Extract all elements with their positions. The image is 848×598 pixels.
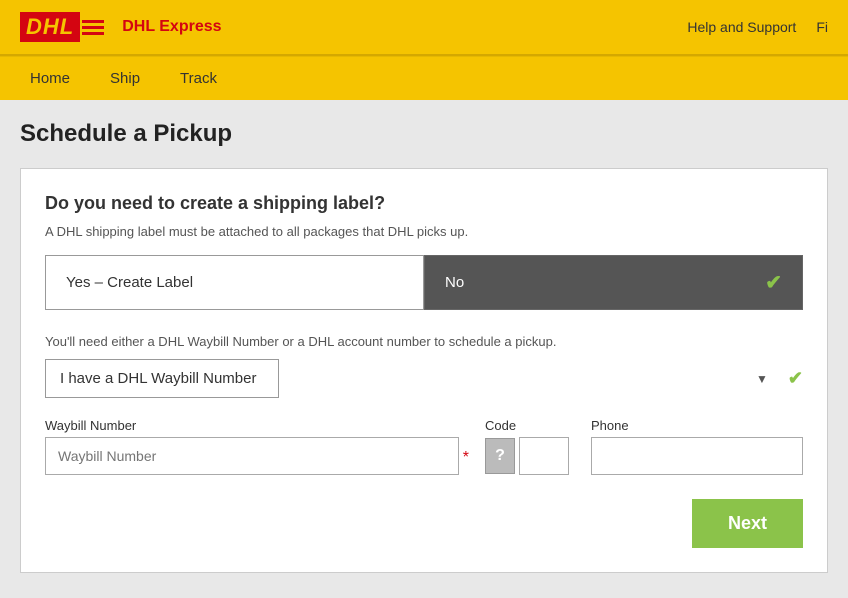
form-fields-row: Waybill Number * Code ? Phone (45, 418, 803, 475)
checkmark-icon: ✔ (765, 270, 782, 295)
dhl-text: DHL (20, 12, 80, 42)
waybill-select-row: I have a DHL Waybill Number I have a DHL… (45, 359, 803, 398)
select-check-icon: ✔ (788, 368, 803, 389)
nav-track[interactable]: Track (160, 57, 237, 101)
form-question: Do you need to create a shipping label? (45, 193, 803, 214)
site-header: DHL DHL Express Help and Support Fi (0, 0, 848, 56)
no-button[interactable]: No ✔ (424, 255, 803, 310)
waybill-label: Waybill Number (45, 418, 469, 433)
phone-input[interactable] (591, 437, 803, 475)
yes-create-label-button[interactable]: Yes – Create Label (45, 255, 424, 310)
nav-ship[interactable]: Ship (90, 57, 160, 101)
next-row: Next (45, 499, 803, 548)
page-title: Schedule a Pickup (20, 120, 828, 148)
page-content: Schedule a Pickup Do you need to create … (0, 100, 848, 598)
required-star: * (463, 449, 469, 467)
phone-field-group: Phone (591, 418, 803, 475)
waybill-input-wrap: * (45, 437, 469, 475)
next-button[interactable]: Next (692, 499, 803, 548)
header-link-fi[interactable]: Fi (816, 19, 828, 35)
waybill-note: You'll need either a DHL Waybill Number … (45, 334, 803, 349)
dhl-logo: DHL (20, 12, 104, 42)
code-input-wrap: ? (485, 437, 575, 475)
logo-area: DHL DHL Express (20, 12, 222, 42)
form-sub-text: A DHL shipping label must be attached to… (45, 224, 803, 239)
phone-label: Phone (591, 418, 803, 433)
dhl-lines (82, 20, 104, 35)
help-support-link[interactable]: Help and Support (687, 19, 796, 35)
waybill-type-select[interactable]: I have a DHL Waybill Number I have a DHL… (45, 359, 279, 398)
code-field-group: Code ? (485, 418, 575, 475)
brand-name: DHL Express (122, 18, 221, 36)
no-button-label: No (445, 274, 464, 291)
label-choice-buttons: Yes – Create Label No ✔ (45, 255, 803, 310)
code-input[interactable] (519, 437, 569, 475)
waybill-select-wrapper: I have a DHL Waybill Number I have a DHL… (45, 359, 780, 398)
code-label: Code (485, 418, 575, 433)
waybill-number-input[interactable] (45, 437, 459, 475)
code-help-button[interactable]: ? (485, 438, 515, 474)
form-card: Do you need to create a shipping label? … (20, 168, 828, 573)
main-nav: Home Ship Track (0, 56, 848, 100)
header-links: Help and Support Fi (687, 19, 828, 35)
nav-home[interactable]: Home (10, 57, 90, 101)
waybill-field-group: Waybill Number * (45, 418, 469, 475)
